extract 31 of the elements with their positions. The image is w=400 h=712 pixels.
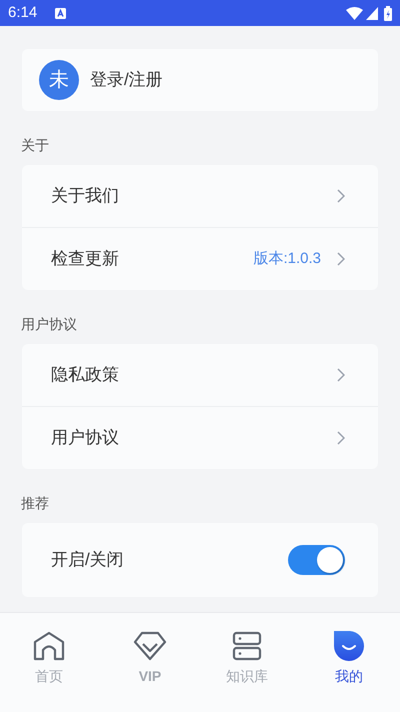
login-label: 登录/注册 (90, 69, 163, 92)
battery-icon (384, 6, 392, 20)
avatar: 未 (39, 60, 79, 100)
row-label: 开启/关闭 (51, 549, 125, 572)
settings-row[interactable]: 用户协议 (22, 407, 378, 469)
row-label: 隐私政策 (51, 364, 120, 386)
section-title: 推荐 (21, 494, 50, 513)
row-label: 检查更新 (51, 248, 120, 270)
signal-icon (366, 6, 378, 20)
section-title: 关于 (21, 136, 50, 155)
status-time: 6:14 (8, 2, 38, 23)
section-title: 用户协议 (21, 315, 78, 334)
chevron-right-icon (337, 252, 345, 266)
row-label: 用户协议 (51, 427, 120, 450)
tab[interactable]: 我的 (333, 631, 365, 687)
chevron-right-icon (337, 189, 345, 203)
toggle-switch[interactable] (288, 545, 345, 575)
server-icon (232, 631, 262, 661)
wifi-icon (346, 6, 363, 20)
chevron-right-icon (337, 368, 345, 382)
notification-icon (55, 8, 66, 18)
version-text: 版本:1.0.3 (253, 248, 321, 269)
row-label: 关于我们 (51, 185, 120, 208)
chevron-right-icon (337, 431, 345, 445)
home-icon (33, 631, 65, 661)
settings-row[interactable]: 检查更新 版本:1.0.3 (22, 228, 378, 290)
login-card[interactable]: 未 登录/注册 (22, 49, 378, 111)
smile-icon (333, 631, 365, 661)
settings-row[interactable]: 隐私政策 (22, 344, 378, 406)
settings-row[interactable]: 关于我们 (22, 165, 378, 227)
diamond-icon (133, 631, 167, 661)
